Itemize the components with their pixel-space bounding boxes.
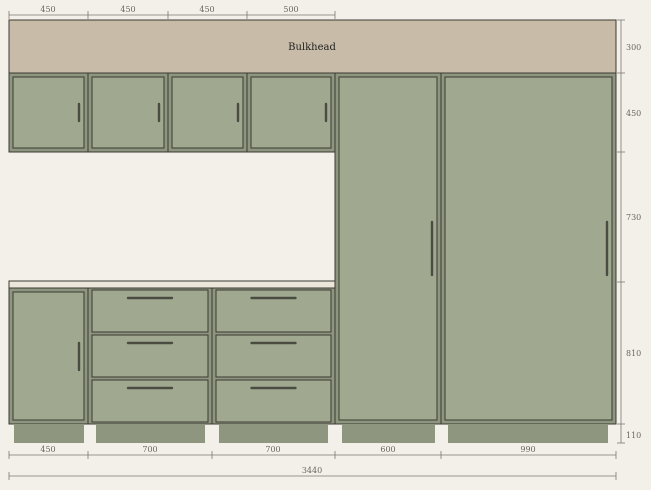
upper-cabinet-4-door[interactable] [250, 76, 332, 149]
bottom-dim-label: 700 [142, 445, 157, 454]
tall-cabinet-600-door[interactable] [338, 76, 438, 421]
top-dim-label: 450 [199, 5, 214, 14]
upper-cabinet-1-door[interactable] [12, 76, 85, 149]
bottom-dim-label: 700 [265, 445, 280, 454]
kickboards [14, 424, 608, 443]
benchtop [8, 280, 336, 289]
upper-cabinet-2-door[interactable] [91, 76, 165, 149]
bulkhead-label: Bulkhead [288, 42, 336, 53]
kickboard-3 [219, 424, 328, 443]
right-dim-label: 300 [626, 43, 641, 52]
right-dim-label: 730 [626, 213, 641, 222]
right-dim-label: 450 [626, 109, 641, 118]
drawer-stack-1-drawer[interactable] [91, 334, 209, 378]
drawer-stack-2-drawer[interactable] [215, 334, 332, 378]
drawer-stack-1-drawer[interactable] [91, 379, 209, 423]
kickboard-4 [342, 424, 435, 443]
right-dim-label: 110 [626, 431, 641, 440]
base-door-cabinet-door[interactable] [12, 291, 85, 421]
kickboard-1 [14, 424, 84, 443]
top-dim-label: 500 [283, 5, 298, 14]
elevation-drawing: Bulkhead 450 450 450 500 300 450 730 810… [0, 0, 651, 486]
drawer-stack-2-drawer[interactable] [215, 379, 332, 423]
drawer-stack-2-drawer[interactable] [215, 289, 332, 333]
top-dim-label: 450 [40, 5, 55, 14]
tall-cabinets [334, 72, 617, 425]
total-dim-label: 3440 [302, 466, 322, 475]
bottom-dim-label: 990 [520, 445, 535, 454]
kitchen-elevation: Bulkhead 450 450 450 500 300 450 730 810… [8, 5, 641, 480]
bottom-dim-label: 450 [40, 445, 55, 454]
upper-cabinet-3-door[interactable] [171, 76, 244, 149]
kickboard-5 [448, 424, 608, 443]
base-units [8, 287, 336, 425]
kickboard-2 [96, 424, 205, 443]
drawer-stack-1-drawer[interactable] [91, 289, 209, 333]
right-dim-label: 810 [626, 349, 641, 358]
top-dim-label: 450 [120, 5, 135, 14]
tall-cabinet-990-door[interactable] [444, 76, 613, 421]
upper-cabinets [8, 72, 336, 153]
bottom-dim-label: 600 [380, 445, 395, 454]
